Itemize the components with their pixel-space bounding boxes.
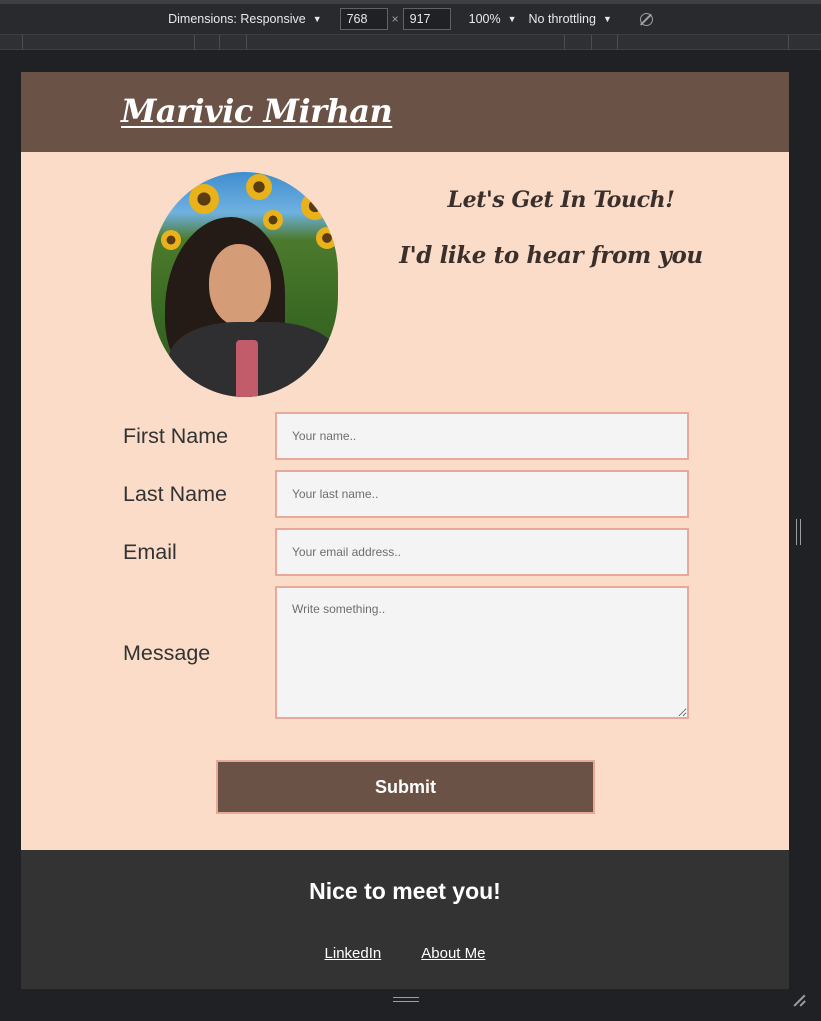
linkedin-link[interactable]: LinkedIn (325, 945, 382, 962)
about-me-link[interactable]: About Me (421, 945, 485, 962)
footer-links: LinkedIn About Me (21, 945, 789, 962)
zoom-dropdown[interactable]: 100% ▼ (469, 12, 517, 26)
email-label: Email (123, 540, 177, 564)
first-name-label: First Name (123, 424, 229, 448)
contact-subheading: I'd like to hear from you (399, 242, 703, 269)
chevron-down-icon: ▼ (312, 14, 322, 24)
times-separator: × (391, 12, 399, 26)
last-name-input[interactable] (275, 470, 689, 518)
media-query-ruler (0, 34, 821, 50)
message-textarea[interactable] (275, 586, 689, 719)
vertical-resize-handle[interactable] (796, 519, 801, 545)
page-viewport: Marivic Mirhan Let's Get In Touch! I'd l… (21, 72, 789, 989)
chevron-down-icon: ▼ (602, 14, 612, 24)
contact-heading: Let's Get In Touch! (447, 187, 675, 213)
viewport-width-input[interactable] (339, 8, 388, 30)
throttling-dropdown[interactable]: No throttling ▼ (529, 12, 612, 26)
first-name-input[interactable] (275, 412, 689, 460)
dimensions-dropdown[interactable]: Dimensions: Responsive ▼ (168, 12, 321, 26)
throttling-label: No throttling (528, 12, 596, 26)
email-input[interactable] (275, 528, 689, 576)
message-label: Message (123, 641, 211, 665)
brand-link[interactable]: Marivic Mirhan (121, 92, 393, 130)
last-name-label: Last Name (123, 482, 227, 506)
profile-photo (151, 172, 338, 397)
site-footer: Nice to meet you! LinkedIn About Me (21, 850, 789, 989)
footer-tagline: Nice to meet you! (309, 878, 501, 904)
rotate-disabled-icon[interactable] (639, 12, 653, 26)
zoom-label: 100% (468, 12, 501, 26)
dimensions-label: Dimensions: Responsive (168, 12, 306, 26)
chevron-down-icon: ▼ (507, 14, 517, 24)
site-header: Marivic Mirhan (21, 72, 789, 152)
corner-resize-handle[interactable] (794, 994, 806, 1006)
horizontal-resize-handle[interactable] (393, 997, 419, 1002)
submit-button[interactable]: Submit (216, 760, 595, 814)
devtools-device-toolbar: Dimensions: Responsive ▼ × 100% ▼ No thr… (0, 0, 821, 34)
viewport-height-input[interactable] (402, 8, 451, 30)
